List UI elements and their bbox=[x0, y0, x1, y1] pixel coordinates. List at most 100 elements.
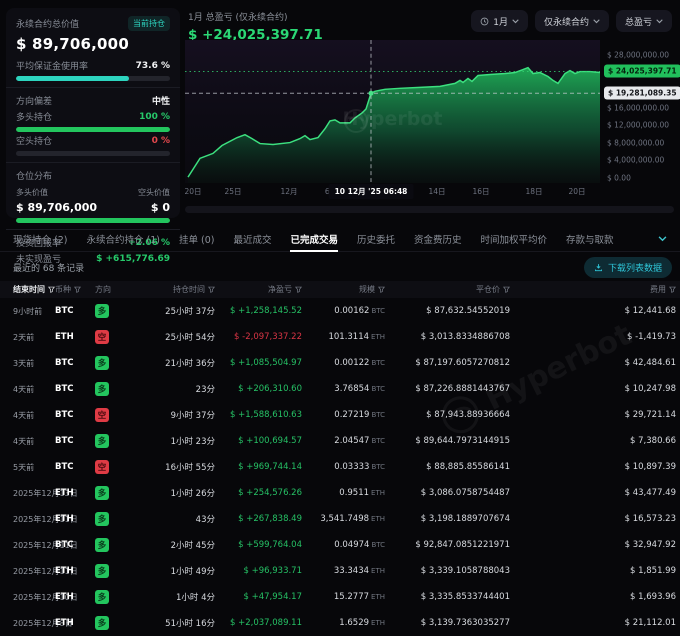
cell-end-time: 9小时前 bbox=[13, 306, 55, 317]
cell-direction: 多 bbox=[95, 382, 125, 396]
cell-size: 2.04547BTC bbox=[302, 436, 385, 446]
table-row[interactable]: 2025年12月8日ETH多51小时 16分$ +2,037,089.111.6… bbox=[0, 610, 680, 636]
table-row[interactable]: 2025年12月13日ETH多1小时 26分$ +254,576.260.951… bbox=[0, 480, 680, 506]
cell-end-time: 2025年12月11日 bbox=[13, 566, 55, 577]
y-tick: $ 0.00 bbox=[607, 174, 631, 183]
period-select[interactable]: 1月 bbox=[471, 10, 528, 32]
table-row[interactable]: 3天前BTC多21小时 36分$ +1,085,504.970.00122BTC… bbox=[0, 350, 680, 376]
cell-coin: BTC bbox=[55, 358, 95, 368]
dist-bar-fill bbox=[16, 218, 170, 223]
y-tick: $ 12,000,000.00 bbox=[607, 121, 669, 130]
direction-badge: 多 bbox=[95, 564, 109, 578]
clock-icon bbox=[480, 17, 489, 26]
cell-duration: 25小时 54分 bbox=[125, 331, 215, 343]
table-row[interactable]: 9小时前BTC多25小时 37分$ +1,258,145.520.00162BT… bbox=[0, 298, 680, 324]
table-row[interactable]: 2025年12月10日ETH多1小时 4分$ +47,954.1715.2777… bbox=[0, 584, 680, 610]
table-row[interactable]: 2025年12月11日ETH多43分$ +267,838.493,541.749… bbox=[0, 506, 680, 532]
cell-coin: ETH bbox=[55, 566, 95, 576]
size-unit: ETH bbox=[371, 593, 385, 601]
table-row[interactable]: 4天前BTC空9小时 37分$ +1,588,610.630.27219BTC$… bbox=[0, 402, 680, 428]
cell-close-price: $ 3,086.0758754487 bbox=[385, 488, 510, 498]
header-size[interactable]: 规模 bbox=[302, 284, 385, 295]
tab-open-orders[interactable]: 挂单 (0) bbox=[179, 226, 214, 251]
short-pos-label: 空头持仓 bbox=[16, 134, 52, 147]
size-unit: ETH bbox=[371, 567, 385, 575]
cell-duration: 1小时 23分 bbox=[125, 435, 215, 447]
header-end-time[interactable]: 结束时间 bbox=[13, 284, 55, 295]
perp-summary-panel: 永续合约总价值 当前持仓 $ 89,706,000 平均保证金使用率 73.6 … bbox=[6, 8, 180, 218]
table-row[interactable]: 2025年12月11日BTC多2小时 45分$ +599,764.040.049… bbox=[0, 532, 680, 558]
cell-duration: 2小时 45分 bbox=[125, 539, 215, 551]
x-tick: 16日 bbox=[472, 186, 489, 197]
cell-duration: 43分 bbox=[125, 513, 215, 525]
long-pos-bar bbox=[16, 127, 170, 132]
pnl-header: 1月 总盈亏 (仅永续合约) $ +24,025,397.71 bbox=[188, 10, 323, 43]
cell-fee: $ 1,851.99 bbox=[510, 566, 676, 576]
tab-funding-history[interactable]: 资金费历史 bbox=[414, 226, 462, 251]
cell-end-time: 4天前 bbox=[13, 436, 55, 447]
header-direction[interactable]: 方向 bbox=[95, 284, 125, 295]
cell-end-time: 4天前 bbox=[13, 384, 55, 395]
direction-badge: 多 bbox=[95, 538, 109, 552]
cell-duration: 9小时 37分 bbox=[125, 409, 215, 421]
table-row[interactable]: 4天前BTC多23分$ +206,310.603.76854BTC$ 87,22… bbox=[0, 376, 680, 402]
records-summary: 最近的 68 条记录 bbox=[13, 261, 84, 274]
cell-direction: 空 bbox=[95, 330, 125, 344]
cell-net-pnl: $ +254,576.26 bbox=[215, 488, 302, 498]
table-row[interactable]: 2025年12月11日ETH多1小时 49分$ +96,933.7133.343… bbox=[0, 558, 680, 584]
cell-coin: BTC bbox=[55, 306, 95, 316]
size-unit: BTC bbox=[371, 437, 385, 445]
cell-direction: 空 bbox=[95, 460, 125, 474]
pnl-title: 1月 总盈亏 (仅永续合约) bbox=[188, 10, 323, 23]
cell-size: 0.00122BTC bbox=[302, 358, 385, 368]
header-coin[interactable]: 币种 bbox=[55, 284, 95, 295]
header-label: 净盈亏 bbox=[268, 284, 292, 295]
cell-fee: $ 16,573.23 bbox=[510, 514, 676, 524]
scope-select[interactable]: 仅永续合约 bbox=[535, 10, 609, 32]
tab-order-history[interactable]: 历史委托 bbox=[357, 226, 395, 251]
tabs-collapse-button[interactable] bbox=[658, 226, 667, 251]
pnl-area-chart[interactable]: Hyperbot bbox=[185, 40, 600, 183]
filter-icon bbox=[74, 286, 81, 293]
cell-fee: $ 29,721.14 bbox=[510, 410, 676, 420]
cell-direction: 空 bbox=[95, 408, 125, 422]
table-row[interactable]: 5天前BTC空16小时 55分$ +969,744.140.03333BTC$ … bbox=[0, 454, 680, 480]
header-fee[interactable]: 费用 bbox=[510, 284, 676, 295]
header-close-price[interactable]: 平仓价 bbox=[385, 284, 510, 295]
tab-twap[interactable]: 时间加权平均价 bbox=[481, 226, 548, 251]
x-tick: 20日 bbox=[184, 186, 201, 197]
table-row[interactable]: 4天前BTC多1小时 23分$ +100,694.572.04547BTC$ 8… bbox=[0, 428, 680, 454]
cell-fee: $ -1,419.73 bbox=[510, 332, 676, 342]
cell-end-time: 3天前 bbox=[13, 358, 55, 369]
x-tick: 12月 bbox=[280, 186, 297, 197]
current-position-badge: 当前持仓 bbox=[128, 16, 170, 31]
tab-spot-positions[interactable]: 现货持仓 (2) bbox=[13, 226, 67, 251]
cell-net-pnl: $ +969,744.14 bbox=[215, 462, 302, 472]
table-row[interactable]: 2天前ETH空25小时 54分$ -2,097,337.22101.3114ET… bbox=[0, 324, 680, 350]
tab-perp-positions[interactable]: 永续合约持仓 (1) bbox=[86, 226, 159, 251]
header-duration[interactable]: 持仓时间 bbox=[125, 284, 215, 295]
cell-fee: $ 10,897.39 bbox=[510, 462, 676, 472]
cell-size: 0.04974BTC bbox=[302, 540, 385, 550]
tab-deposits-withdrawals[interactable]: 存款与取款 bbox=[566, 226, 614, 251]
header-net-pnl[interactable]: 净盈亏 bbox=[215, 284, 302, 295]
short-value-label: 空头价值 bbox=[138, 187, 170, 198]
cell-close-price: $ 3,013.8334886708 bbox=[385, 332, 510, 342]
direction-badge: 空 bbox=[95, 460, 109, 474]
x-axis: 20日 25日 12月 6日 10 12月 '25 06:48 14日 16日 … bbox=[185, 186, 600, 202]
crosshair-time-badge: 10 12月 '25 06:48 bbox=[329, 184, 414, 199]
cell-fee: $ 12,441.68 bbox=[510, 306, 676, 316]
cell-net-pnl: $ +2,037,089.11 bbox=[215, 618, 302, 628]
download-list-button[interactable]: 下载列表数据 bbox=[584, 257, 672, 278]
tab-completed-trades[interactable]: 已完成交易 bbox=[290, 226, 338, 251]
section-tabs: 现货持仓 (2) 永续合约持仓 (1) 挂单 (0) 最近成交 已完成交易 历史… bbox=[0, 226, 680, 252]
crosshair-value-badge: $ 19,281,089.35 bbox=[604, 87, 680, 100]
chart-range-scrollbar[interactable] bbox=[185, 206, 674, 213]
scope-select-label: 仅永续合约 bbox=[544, 15, 589, 28]
metric-select[interactable]: 总盈亏 bbox=[616, 10, 672, 32]
size-unit: BTC bbox=[371, 307, 385, 315]
distribution-bar bbox=[16, 218, 170, 223]
cell-size: 0.00162BTC bbox=[302, 306, 385, 316]
tab-recent-fills[interactable]: 最近成交 bbox=[233, 226, 271, 251]
header-label: 币种 bbox=[55, 284, 71, 295]
